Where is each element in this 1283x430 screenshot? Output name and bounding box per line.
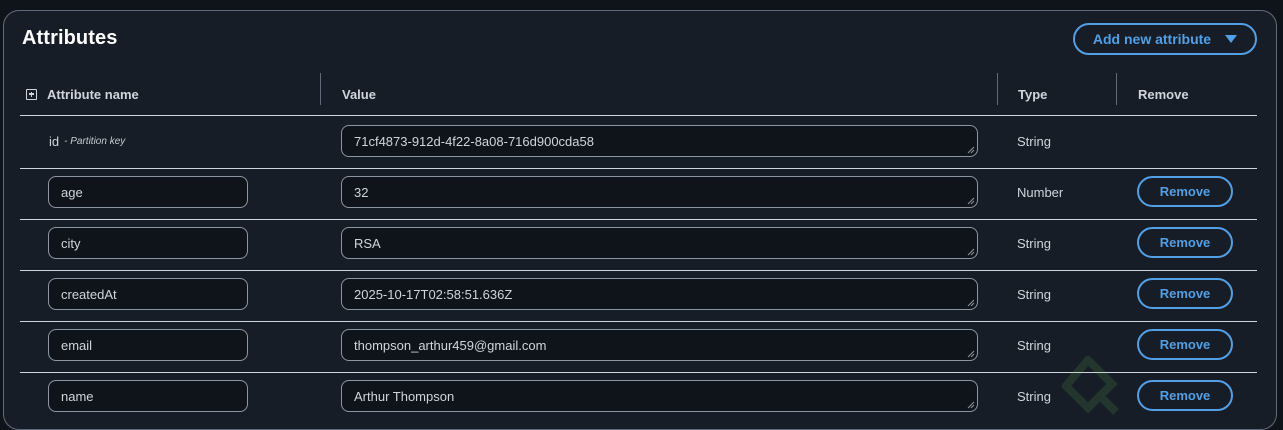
remove-button[interactable]: Remove	[1137, 176, 1233, 207]
attribute-value: Arthur Thompson	[354, 388, 455, 404]
attribute-name-field[interactable]: city	[48, 227, 248, 259]
table-row-partition-key: id - Partition key 71cf4873-912d-4f22-8a…	[20, 117, 1257, 169]
attribute-value-field[interactable]: 2025-10-17T02:58:51.636Z	[341, 278, 978, 310]
attribute-name-value: name	[61, 388, 94, 404]
attribute-name-value: email	[61, 337, 93, 353]
table-row: name Arthur Thompson String Remove	[20, 372, 1257, 423]
header-attribute-name: Attribute name	[26, 73, 139, 115]
resize-handle-icon[interactable]	[967, 146, 975, 154]
header-value: Value	[342, 86, 376, 102]
attribute-value-field[interactable]: 32	[341, 176, 978, 208]
attribute-value: RSA	[354, 235, 381, 251]
add-new-attribute-button[interactable]: Add new attribute	[1073, 23, 1257, 55]
attribute-name-field[interactable]: email	[48, 329, 248, 361]
partition-key-value-field[interactable]: 71cf4873-912d-4f22-8a08-716d900cda58	[341, 125, 978, 157]
header-remove: Remove	[1138, 86, 1189, 102]
partition-key-note: - Partition key	[64, 135, 126, 147]
partition-key-type: String	[1017, 133, 1051, 149]
column-divider[interactable]	[320, 73, 321, 105]
attribute-type: String	[1017, 337, 1051, 353]
resize-handle-icon[interactable]	[967, 401, 975, 409]
attribute-value-field[interactable]: RSA	[341, 227, 978, 259]
attribute-name-field[interactable]: createdAt	[48, 278, 248, 310]
column-divider[interactable]	[1116, 73, 1117, 105]
partition-key-value: 71cf4873-912d-4f22-8a08-716d900cda58	[354, 133, 594, 149]
remove-button[interactable]: Remove	[1137, 380, 1233, 411]
remove-button[interactable]: Remove	[1137, 278, 1233, 309]
attribute-type: Number	[1017, 184, 1064, 200]
resize-handle-icon[interactable]	[967, 299, 975, 307]
header-type: Type	[1018, 86, 1048, 102]
remove-button[interactable]: Remove	[1137, 227, 1233, 258]
header-attribute-name-label: Attribute name	[47, 86, 139, 102]
table-header: Attribute name Value Type Remove	[20, 73, 1257, 116]
table-row: age 32 Number Remove	[20, 168, 1257, 220]
attribute-name-field[interactable]: name	[48, 380, 248, 412]
remove-button[interactable]: Remove	[1137, 329, 1233, 360]
resize-handle-icon[interactable]	[967, 197, 975, 205]
attributes-panel: Attributes Add new attribute Attribute n…	[3, 10, 1277, 430]
attribute-value: 32	[354, 184, 369, 200]
table-row: city RSA String Remove	[20, 219, 1257, 271]
attribute-type: String	[1017, 286, 1051, 302]
attribute-value-field[interactable]: Arthur Thompson	[341, 380, 978, 412]
attribute-name-value: city	[61, 235, 81, 251]
attribute-name-value: age	[61, 184, 83, 200]
partition-key-label: id	[49, 133, 60, 149]
add-new-attribute-label: Add new attribute	[1092, 31, 1212, 47]
attribute-value-field[interactable]: thompson_arthur459@gmail.com	[341, 329, 978, 361]
resize-handle-icon[interactable]	[967, 350, 975, 358]
caret-down-icon	[1225, 35, 1238, 43]
attribute-type: String	[1017, 235, 1051, 251]
partition-key-name: id - Partition key	[49, 117, 125, 165]
attribute-name-value: createdAt	[61, 286, 117, 302]
table-row: createdAt 2025-10-17T02:58:51.636Z String R…	[20, 270, 1257, 322]
column-divider[interactable]	[997, 73, 998, 105]
attribute-value: 2025-10-17T02:58:51.636Z	[354, 286, 513, 302]
attribute-name-field[interactable]: age	[48, 176, 248, 208]
table-row: email thompson_arthur459@gmail.com String R…	[20, 321, 1257, 373]
attribute-value: thompson_arthur459@gmail.com	[354, 337, 547, 353]
attribute-type: String	[1017, 388, 1051, 404]
expand-all-icon[interactable]	[26, 88, 37, 100]
resize-handle-icon[interactable]	[967, 248, 975, 256]
panel-title: Attributes	[22, 27, 118, 49]
